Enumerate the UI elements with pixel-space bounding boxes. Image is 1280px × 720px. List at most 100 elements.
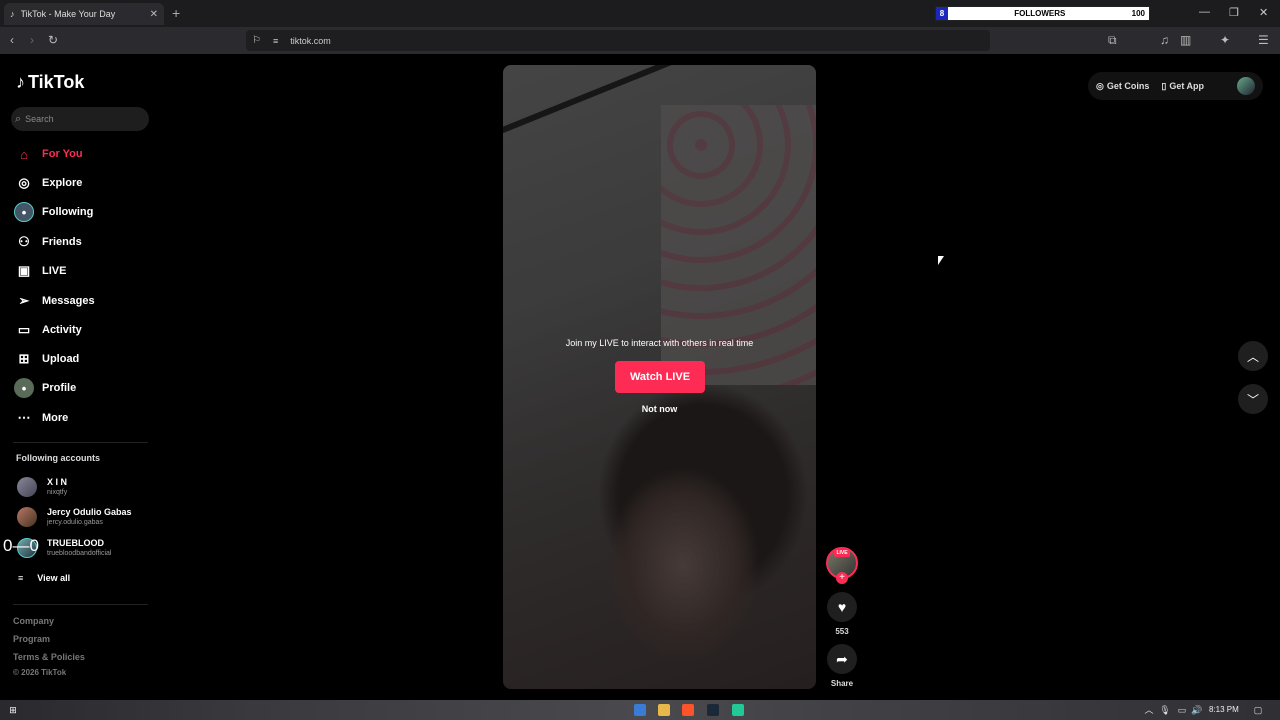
- get-coins-label: Get Coins: [1106, 81, 1150, 91]
- friends-icon: ⚇: [18, 234, 30, 249]
- nav-live[interactable]: ▣ LIVE: [14, 259, 67, 283]
- get-app-button[interactable]: ▯ Get App: [1161, 81, 1204, 92]
- window-close-icon[interactable]: ✕: [1259, 6, 1268, 19]
- sidebar-divider: [13, 442, 148, 443]
- plus-square-icon: ⊞: [18, 351, 30, 366]
- back-icon[interactable]: ‹: [10, 33, 14, 47]
- nav-label: Messages: [42, 295, 95, 307]
- get-coins-button[interactable]: ◎ Get Coins: [1096, 81, 1149, 92]
- nav-upload[interactable]: ⊞ Upload: [14, 347, 80, 371]
- next-video-button[interactable]: ﹀: [1238, 384, 1268, 414]
- nav-label: Profile: [42, 382, 77, 394]
- nav-label: Activity: [42, 324, 82, 336]
- new-tab-icon[interactable]: +: [172, 5, 180, 21]
- search-icon: ⌕: [15, 112, 22, 125]
- nav-following[interactable]: • Following: [14, 200, 93, 224]
- nav-label: More: [42, 412, 69, 424]
- mouse-cursor: [938, 256, 944, 265]
- watch-live-button[interactable]: Watch LIVE: [615, 361, 705, 393]
- stray-overlay-text: 0—0: [3, 536, 39, 555]
- chevron-down-icon: ﹀: [1246, 392, 1259, 407]
- bookmark-icon[interactable]: ⚐: [252, 35, 261, 46]
- search-placeholder: Search: [25, 114, 54, 124]
- user-avatar[interactable]: [1237, 77, 1255, 95]
- volume-icon[interactable]: 🔊: [1191, 704, 1203, 716]
- account-name: TRUEBLOOD: [47, 538, 104, 548]
- nav-messages[interactable]: ➢ Messages: [14, 289, 95, 313]
- account-item[interactable]: X I N nixqtfy: [17, 474, 67, 500]
- followers-goal-widget: 8 FOLLOWERS 100: [935, 6, 1150, 21]
- live-prompt-text: Join my LIVE to interact with others in …: [565, 338, 754, 348]
- nav-friends[interactable]: ⚇ Friends: [14, 230, 82, 254]
- windows-taskbar: ⊞ ︿ 🎙 ▭ 🔊 ▢: [0, 700, 1280, 720]
- sidebar-icon[interactable]: ▥: [1180, 33, 1191, 47]
- send-icon: ➢: [18, 293, 30, 308]
- nav-more[interactable]: ⋯ More: [14, 406, 69, 430]
- following-accounts-title: Following accounts: [16, 453, 101, 463]
- followers-goal: 100: [1131, 9, 1145, 18]
- account-handle: jercy.odulio.gabas: [47, 519, 103, 526]
- live-icon: ▣: [17, 263, 31, 278]
- microphone-icon[interactable]: 🎙: [1159, 704, 1171, 716]
- nav-activity[interactable]: ▭ Activity: [14, 318, 82, 342]
- not-now-button[interactable]: Not now: [503, 404, 816, 414]
- avatar: [17, 507, 37, 527]
- windows-start-icon[interactable]: ⊞: [7, 704, 19, 716]
- tiktok-logo[interactable]: ♪ TikTok: [16, 72, 84, 93]
- home-icon: ⌂: [20, 146, 28, 162]
- account-item[interactable]: Jercy Odulio Gabas jercy.odulio.gabas: [17, 504, 132, 530]
- taskbar-clock[interactable]: 8:13 PM: [1209, 705, 1239, 714]
- list-icon: ≡: [18, 573, 24, 583]
- follow-plus-icon[interactable]: +: [836, 572, 848, 584]
- notification-icon[interactable]: ▢: [1252, 704, 1264, 716]
- sidebar-divider: [13, 604, 148, 605]
- view-all-button[interactable]: ≡ View all: [18, 573, 70, 583]
- avatar-icon: •: [14, 202, 34, 222]
- close-tab-icon[interactable]: ✕: [150, 9, 158, 20]
- phone-icon: ▯: [1161, 80, 1167, 91]
- live-badge: LIVE: [834, 550, 850, 557]
- app-icon[interactable]: [732, 704, 744, 716]
- file-explorer-icon[interactable]: [658, 704, 670, 716]
- compass-icon: ◎: [18, 175, 30, 190]
- chevron-up-icon: ︿: [1246, 349, 1259, 364]
- steam-icon[interactable]: [707, 704, 719, 716]
- app-icon[interactable]: [634, 704, 646, 716]
- nav-profile[interactable]: • Profile: [14, 376, 76, 400]
- tab-title: TikTok - Make Your Day: [20, 9, 116, 19]
- like-count: 553: [835, 627, 849, 636]
- site-settings-icon[interactable]: ≡: [273, 36, 278, 46]
- account-name: Jercy Odulio Gabas: [47, 507, 132, 517]
- menu-icon[interactable]: ☰: [1258, 33, 1269, 47]
- tray-chevron-icon[interactable]: ︿: [1143, 704, 1155, 716]
- nav-label: LIVE: [42, 265, 67, 277]
- media-icon[interactable]: ♫: [1160, 33, 1169, 47]
- url-text[interactable]: tiktok.com: [290, 36, 331, 46]
- previous-video-button[interactable]: ︿: [1238, 341, 1268, 371]
- share-arrow-icon: ➦: [836, 650, 848, 667]
- account-name: X I N: [47, 477, 68, 487]
- share-button[interactable]: ➦: [827, 644, 857, 674]
- nav-label: Friends: [42, 236, 82, 248]
- browser-tab[interactable]: ♪ TikTok - Make Your Day ✕: [4, 3, 164, 25]
- forward-icon[interactable]: ›: [30, 33, 34, 47]
- profile-avatar-icon: •: [14, 378, 34, 398]
- reload-icon[interactable]: ↻: [48, 33, 58, 47]
- footer-terms[interactable]: Terms & Policies: [13, 652, 85, 662]
- extensions-icon[interactable]: ⧉: [1108, 33, 1117, 48]
- network-icon[interactable]: ▭: [1176, 704, 1188, 716]
- address-bar[interactable]: ⚐ ≡ tiktok.com: [246, 30, 990, 51]
- footer-program[interactable]: Program: [13, 634, 50, 644]
- footer-company[interactable]: Company: [13, 616, 54, 626]
- like-button[interactable]: ♥: [827, 592, 857, 622]
- logo-text: TikTok: [28, 72, 85, 92]
- minimize-icon[interactable]: —: [1199, 6, 1210, 18]
- ai-icon[interactable]: ✦: [1220, 33, 1230, 47]
- restore-icon[interactable]: ❐: [1229, 6, 1239, 19]
- followers-label: FOLLOWERS: [1014, 9, 1066, 18]
- brave-browser-icon[interactable]: [682, 704, 694, 716]
- search-input[interactable]: ⌕ Search: [11, 107, 149, 131]
- nav-for-you[interactable]: ⌂ For You: [14, 142, 82, 166]
- nav-explore[interactable]: ◎ Explore: [14, 171, 82, 195]
- tiktok-favicon-icon: ♪: [10, 9, 15, 19]
